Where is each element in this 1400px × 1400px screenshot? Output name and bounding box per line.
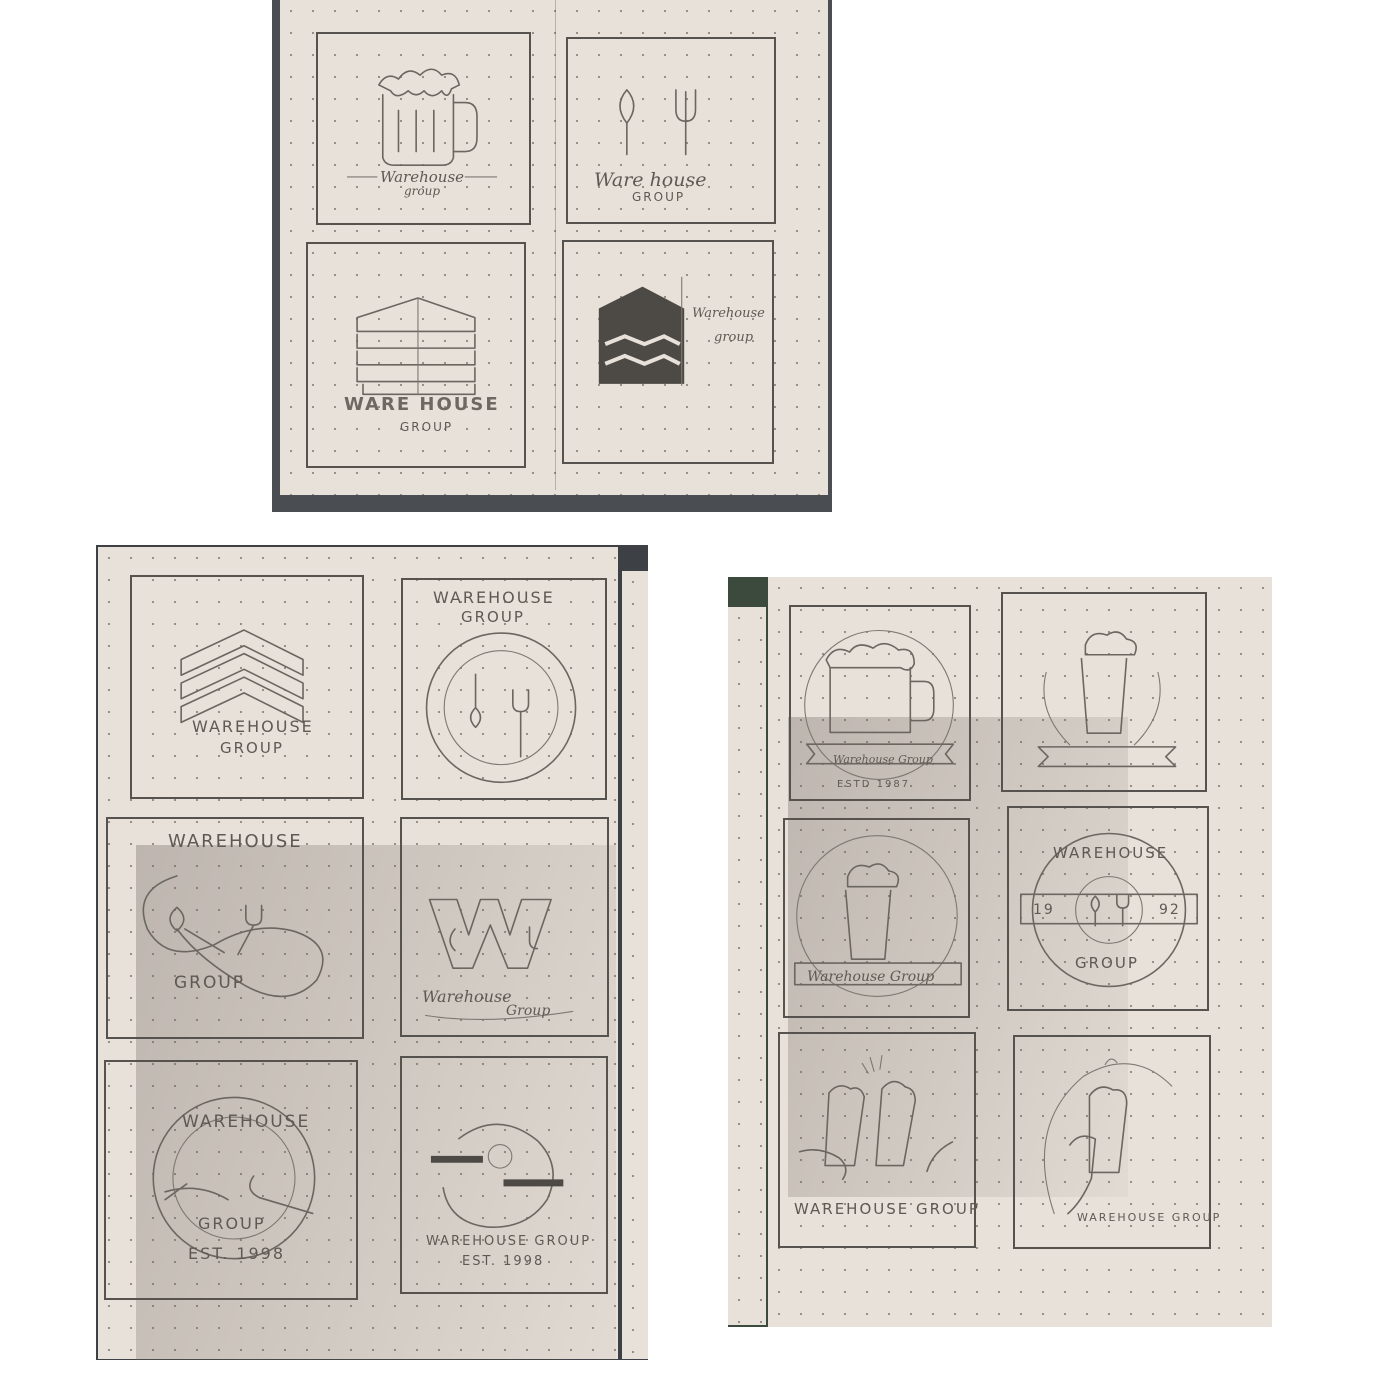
sketch-title: Warehouse [422,987,512,1006]
sketch-subtitle: GROUP [632,190,686,204]
notebook-page-edge [622,571,648,1359]
page-fold [555,0,556,490]
sketch-infinity-cutlery: WAREHOUSE GROUP [106,817,364,1039]
sketch-bitten-plate: WAREHOUSE GROUP EST. 1998 [400,1056,608,1294]
sketch-title: WAREHOUSE GROUP [426,1234,592,1249]
sketch-spoon-fork: Ware house GROUP [566,37,776,224]
sketch-chevrons: WAREHOUSE GROUP [130,575,364,799]
sketch-plate-cutlery: WAREHOUSE GROUP [401,578,607,800]
sketch-title: WARE HOUSE [344,394,500,415]
sketch-title: WAREHOUSE [1053,844,1169,862]
photo-sketchbook-top: Warehouse group Ware house GROUP WARE HO… [272,0,832,512]
sketch-title: WAREHOUSE [182,1112,311,1132]
sketch-cheers: WAREHOUSE GROUP [778,1032,978,1248]
sketch-title: Warehouse [692,306,765,321]
sketch-stacked-boards: WARE HOUSE GROUP [306,242,526,468]
pint-wreath-icon [1003,594,1205,790]
sketch-title: Warehouse Group [807,969,935,985]
seal-year-right: 92 [1159,902,1181,918]
sketch-beer-mug-banner: Warehouse Group ESTD 1987 [789,605,971,801]
sketch-beer-mug: Warehouse group [316,32,531,225]
sketch-cutlery-seal: WAREHOUSE 19 92 GROUP [1007,806,1209,1011]
sketch-chevron-block: Warehouse group [562,240,774,464]
sketch-subtitle: group [714,330,754,345]
sketch-subtitle: GROUP [174,973,246,993]
sketch-title: WAREHOUSE [192,717,314,736]
chevrons-icon [132,577,362,797]
sketch-w-letter: Warehouse Group [400,817,609,1037]
sketch-tagline: EST. 1998 [462,1254,545,1269]
sketch-title: Warehouse Group [833,753,933,766]
sketch-subtitle: GROUP [461,608,525,626]
sketch-circle-badge: WAREHOUSE GROUP EST. 1998 [104,1060,358,1300]
sketch-subtitle: GROUP [400,420,454,434]
sketch-title: WAREHOUSE [433,588,555,607]
sketch-tagline: EST. 1998 [188,1244,286,1263]
sketch-subtitle: GROUP [198,1214,266,1233]
sketch-title: WAREHOUSE GROUP [1077,1211,1222,1224]
sketch-tagline: ESTD 1987 [837,779,911,790]
sketch-subtitle: group [404,184,441,198]
sketch-pint-wreath [1001,592,1207,792]
pint-circle-icon [785,820,968,1016]
sketch-subtitle: GROUP [220,739,284,757]
sketch-hand-pint: WAREHOUSE GROUP [1013,1035,1219,1249]
notebook-page-edge [728,607,766,1325]
seal-year-left: 19 [1033,902,1055,918]
photo-sketchbook-left: WAREHOUSE GROUP WAREHOUSE GROUP WAREHOUS… [96,545,648,1360]
sketch-title: WAREHOUSE [168,831,303,852]
sketch-title: WAREHOUSE GROUP [794,1200,980,1218]
sketch-subtitle: GROUP [1075,954,1139,972]
photo-sketchbook-right: Warehouse Group ESTD 1987 Warehouse Grou… [728,577,1272,1327]
chevron-block-icon [564,242,772,462]
beer-mug-banner-icon [791,607,969,799]
sketch-title: Ware house [594,169,707,191]
sketch-pint-circle: Warehouse Group [783,818,970,1018]
sketch-subtitle: Group [506,1003,551,1019]
